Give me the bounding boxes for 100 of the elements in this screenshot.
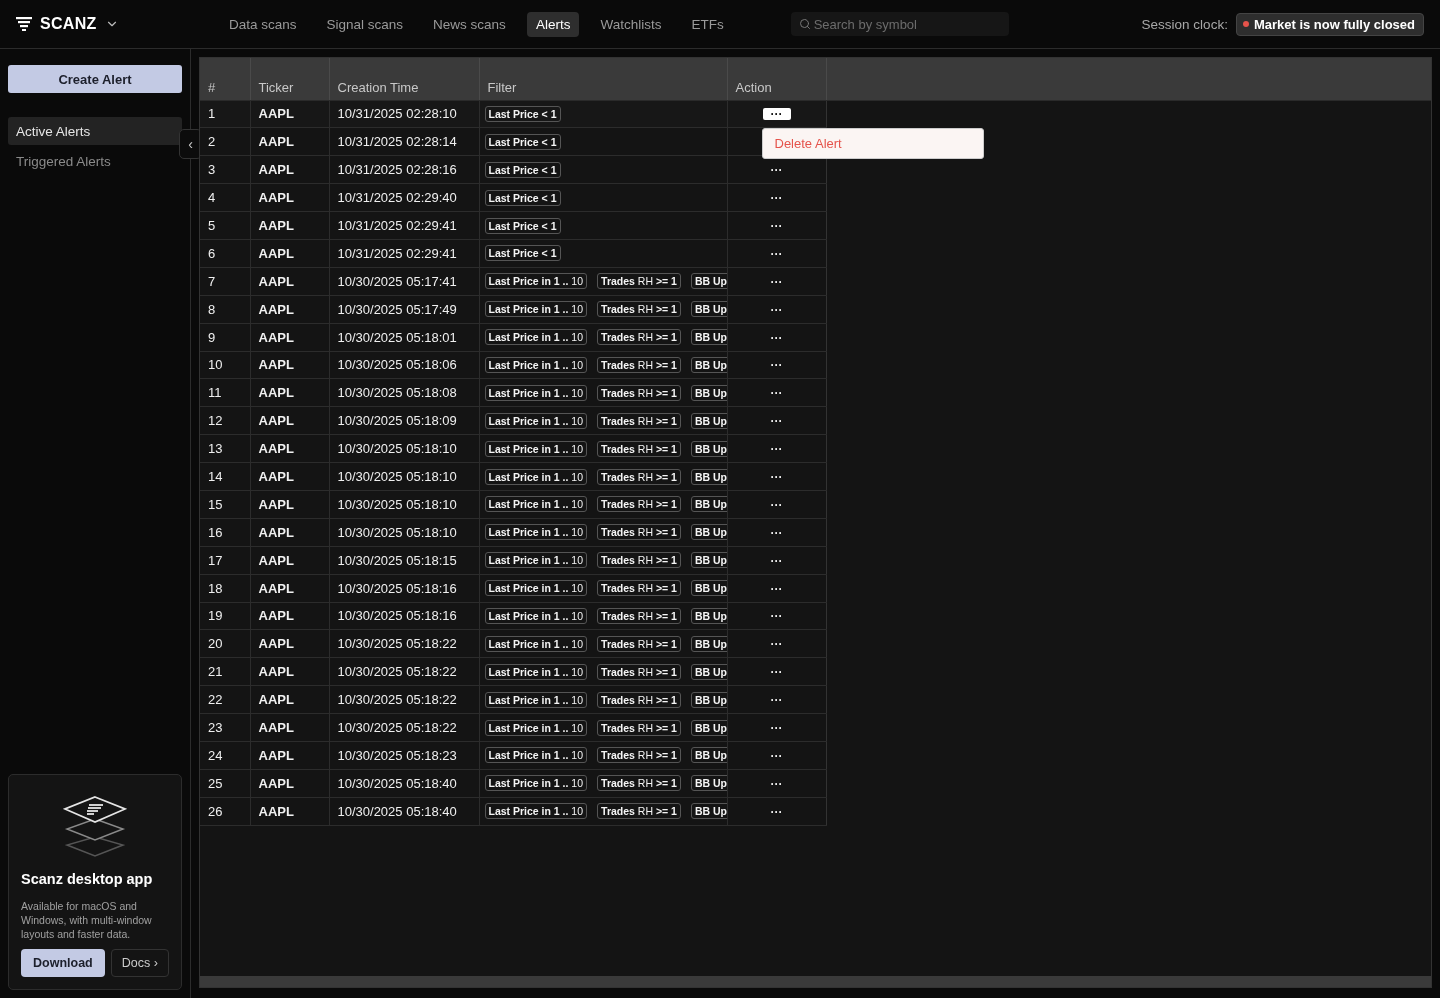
filter-chip: BB Up (690, 803, 726, 820)
more-actions-button[interactable]: ··· (762, 247, 791, 260)
column-header[interactable]: Creation Time (329, 58, 479, 100)
search-icon (798, 18, 811, 30)
more-actions-button[interactable]: ··· (762, 220, 791, 232)
nav-tab[interactable]: Signal scans (317, 11, 413, 37)
table-cell: AAPL (250, 518, 329, 547)
table-cell: AAPL (250, 267, 329, 296)
filter-chip: BB Up (690, 719, 726, 736)
more-actions-button[interactable]: ··· (762, 359, 791, 372)
more-actions-button[interactable]: ··· (762, 749, 791, 762)
table-cell: 25 (200, 769, 250, 798)
more-actions-button[interactable]: ··· (762, 387, 791, 400)
more-actions-button[interactable]: ··· (762, 415, 791, 428)
filter-chip: Trades RH >= 1 (597, 803, 681, 820)
column-header[interactable]: Ticker (250, 58, 329, 100)
column-header[interactable]: Action (727, 58, 826, 100)
delete-alert-item[interactable]: Delete Alert (774, 135, 842, 151)
more-actions-button[interactable]: ··· (762, 777, 791, 790)
more-actions-button[interactable]: ··· (762, 275, 791, 288)
filter-chip: Last Price in 1 .. 10 (484, 803, 588, 820)
more-actions-button[interactable]: ··· (762, 471, 791, 483)
table-cell: AAPL (250, 685, 329, 714)
filter-chip: Trades RH >= 1 (597, 524, 681, 541)
brand-name[interactable]: SCANZ (40, 15, 97, 33)
table-cell: AAPL (250, 127, 329, 156)
table-cell: 10 (200, 351, 250, 379)
logo-icon (16, 17, 32, 31)
table-cell: AAPL (250, 657, 329, 686)
more-actions-button[interactable]: ··· (762, 108, 791, 121)
table-cell: 10/30/2025 05:18:22 (329, 713, 479, 742)
column-header[interactable]: Filter (479, 58, 727, 100)
more-actions-button[interactable]: ··· (762, 582, 791, 595)
filter-chip: Last Price in 1 .. 10 (484, 468, 588, 485)
nav-tab[interactable]: Watchlists (591, 11, 671, 37)
nav-tab[interactable]: Data scans (220, 11, 306, 37)
more-actions-button[interactable]: ··· (762, 164, 791, 177)
table-cell: 8 (200, 295, 250, 324)
more-actions-button[interactable]: ··· (762, 303, 791, 316)
filter-chip: BB Up (690, 607, 726, 624)
filter-chip: Trades RH >= 1 (597, 496, 681, 513)
table-cell: 23 (200, 713, 250, 742)
market-status[interactable]: Market is now fully closed (1235, 12, 1424, 36)
filter-chip: Last Price in 1 .. 10 (484, 552, 588, 569)
table-cell: 14 (200, 462, 250, 491)
search-field[interactable]: Search by symbol (790, 12, 1009, 36)
nav-tab[interactable]: News scans (424, 11, 515, 37)
filter-chip: Last Price in 1 .. 10 (484, 301, 588, 318)
more-actions-button[interactable]: ··· (762, 498, 791, 511)
more-actions-button[interactable]: ··· (762, 722, 791, 735)
table-cell: AAPL (250, 100, 329, 128)
table-cell: 2 (200, 127, 250, 156)
more-actions-button[interactable]: ··· (762, 805, 791, 818)
table-cell: 10/30/2025 05:18:10 (329, 490, 479, 519)
filter-chip: BB Up (690, 635, 726, 652)
filter-chip: BB Up (690, 412, 726, 429)
filter-chip: BB Up (690, 384, 726, 401)
table-cell: 10/30/2025 05:17:41 (329, 267, 479, 296)
column-header[interactable]: # (200, 58, 250, 100)
table-cell: AAPL (250, 797, 329, 826)
filter-chip: Last Price in 1 .. 10 (484, 775, 588, 792)
table-cell: AAPL (250, 239, 329, 268)
more-actions-button[interactable]: ··· (762, 666, 791, 679)
create-alert-button[interactable]: Create Alert (8, 65, 182, 93)
more-actions-button[interactable]: ··· (762, 192, 791, 205)
sidebar-item[interactable]: Triggered Alerts (8, 147, 182, 175)
sidebar-item[interactable]: Active Alerts (8, 117, 182, 145)
more-actions-button[interactable]: ··· (762, 638, 791, 651)
filter-chip: Trades RH >= 1 (597, 580, 681, 597)
filter-chip: Trades RH >= 1 (597, 440, 681, 457)
table-cell: AAPL (250, 602, 329, 630)
table-cell: AAPL (250, 462, 329, 491)
table-cell: 10/30/2025 05:17:49 (329, 295, 479, 324)
filter-chip: Trades RH >= 1 (597, 775, 681, 792)
more-actions-button[interactable]: ··· (762, 526, 791, 539)
table-cell: 1 (200, 100, 250, 128)
table-cell: AAPL (250, 574, 329, 603)
more-actions-button[interactable]: ··· (762, 694, 791, 707)
more-actions-button[interactable]: ··· (762, 610, 791, 623)
table-cell: 10/30/2025 05:18:22 (329, 629, 479, 658)
table-cell: 10/30/2025 05:18:16 (329, 574, 479, 603)
download-button[interactable]: Download (21, 949, 105, 977)
table-cell: AAPL (250, 351, 329, 379)
docs-button[interactable]: Docs › (110, 949, 169, 977)
more-actions-button[interactable]: ··· (762, 554, 791, 567)
more-actions-button[interactable]: ··· (762, 443, 791, 456)
table-cell: 10/30/2025 05:18:16 (329, 602, 479, 630)
table-cell: AAPL (250, 378, 329, 407)
table-cell: AAPL (250, 183, 329, 212)
table-cell: 10/30/2025 05:18:01 (329, 323, 479, 351)
nav-tab[interactable]: Alerts (526, 11, 580, 37)
filter-chip: BB Up (690, 301, 726, 318)
filter-chip: Last Price in 1 .. 10 (484, 384, 588, 401)
filter-chip: Last Price in 1 .. 10 (484, 719, 588, 736)
nav-tab[interactable]: ETFs (682, 11, 733, 37)
filter-chip: Last Price in 1 .. 10 (484, 747, 588, 764)
filter-chip: Trades RH >= 1 (597, 273, 681, 290)
filter-chip: Last Price < 1 (484, 189, 561, 206)
more-actions-button[interactable]: ··· (762, 331, 791, 344)
table-cell: 11 (200, 378, 250, 407)
